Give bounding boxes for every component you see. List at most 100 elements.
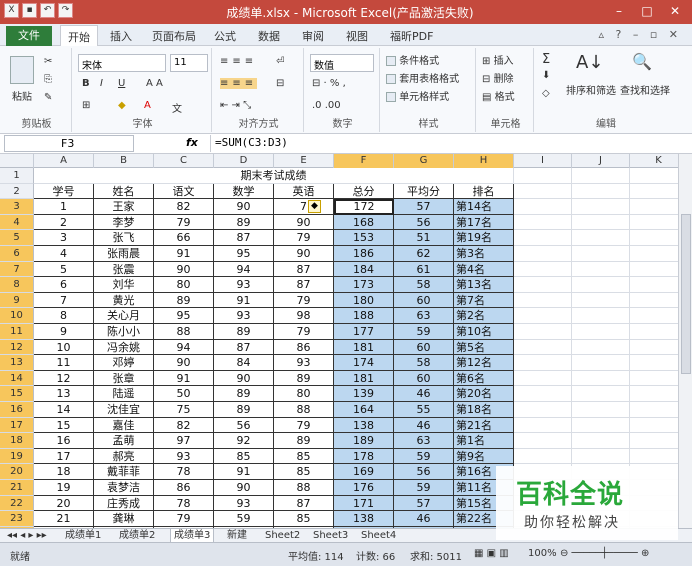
- table-cell[interactable]: 87: [274, 495, 334, 512]
- table-cell[interactable]: 89: [274, 370, 334, 387]
- table-cell[interactable]: 91: [214, 464, 274, 480]
- table-cell[interactable]: 孟萌: [94, 433, 154, 449]
- table-cell[interactable]: 59: [394, 480, 454, 496]
- indent-icon[interactable]: ⇤ ⇥ ⤡: [220, 100, 251, 111]
- table-cell[interactable]: 79: [154, 511, 214, 527]
- conditional-format-button[interactable]: 条件格式: [386, 52, 439, 67]
- help-icon[interactable]: ▵ ? – ▫ ✕: [598, 28, 682, 41]
- insert-cells-button[interactable]: ⊞ 插入: [482, 52, 514, 67]
- file-tab[interactable]: 文件: [6, 26, 52, 46]
- tab-page-layout[interactable]: 页面布局: [152, 28, 196, 44]
- cut-icon[interactable]: ✂: [44, 56, 52, 67]
- table-cell[interactable]: 89: [214, 386, 274, 402]
- table-cell[interactable]: 79: [274, 417, 334, 434]
- table-cell[interactable]: 84: [214, 355, 274, 371]
- row-header[interactable]: 21: [0, 480, 34, 496]
- column-header[interactable]: D: [214, 154, 274, 168]
- cell[interactable]: [572, 308, 630, 324]
- table-cell[interactable]: 16: [34, 433, 94, 449]
- cell[interactable]: [514, 214, 572, 231]
- table-cell[interactable]: 王家: [94, 199, 154, 215]
- table-cell[interactable]: 189: [334, 433, 394, 449]
- view-buttons[interactable]: ▦ ▣ ▥: [474, 548, 509, 559]
- table-cell[interactable]: 88: [274, 402, 334, 418]
- table-cell[interactable]: 12: [34, 370, 94, 387]
- table-cell[interactable]: 关心月: [94, 308, 154, 324]
- table-cell[interactable]: 58: [394, 277, 454, 293]
- table-cell[interactable]: 7: [274, 199, 334, 215]
- table-cell[interactable]: 59: [394, 448, 454, 465]
- table-cell[interactable]: 90: [214, 370, 274, 387]
- format-as-table-button[interactable]: 套用表格格式: [386, 70, 459, 85]
- row-header[interactable]: 20: [0, 464, 34, 480]
- table-cell[interactable]: 153: [334, 230, 394, 246]
- table-cell[interactable]: 91: [214, 292, 274, 309]
- table-cell[interactable]: 91: [154, 370, 214, 387]
- table-cell[interactable]: 46: [394, 511, 454, 527]
- sort-filter-button[interactable]: 排序和筛选: [566, 82, 616, 97]
- cell[interactable]: [572, 448, 630, 465]
- number-format-select[interactable]: 数值: [310, 54, 374, 72]
- table-cell[interactable]: 46: [394, 417, 454, 434]
- table-cell[interactable]: 第5名: [454, 339, 514, 356]
- column-title[interactable]: 学号: [34, 183, 94, 200]
- table-cell[interactable]: 87: [214, 230, 274, 246]
- table-cell[interactable]: 188: [334, 308, 394, 324]
- close-button[interactable]: ✕: [662, 2, 688, 20]
- column-header[interactable]: A: [34, 154, 94, 168]
- table-cell[interactable]: 张章: [94, 370, 154, 387]
- table-cell[interactable]: 138: [334, 511, 394, 527]
- borders-icon[interactable]: ⊞: [82, 100, 90, 111]
- table-cell[interactable]: 第18名: [454, 402, 514, 418]
- table-cell[interactable]: 庄秀成: [94, 495, 154, 512]
- cell[interactable]: [514, 261, 572, 278]
- tab-data[interactable]: 数据: [258, 28, 280, 44]
- table-cell[interactable]: 张雨晨: [94, 246, 154, 262]
- table-cell[interactable]: 6: [34, 277, 94, 293]
- row-header[interactable]: 5: [0, 230, 34, 246]
- table-cell[interactable]: 17: [34, 448, 94, 465]
- column-title[interactable]: 语文: [154, 183, 214, 200]
- cell[interactable]: [572, 386, 630, 402]
- table-cell[interactable]: 62: [394, 246, 454, 262]
- table-cell[interactable]: 第1名: [454, 433, 514, 449]
- table-cell[interactable]: 56: [394, 464, 454, 480]
- cell[interactable]: [572, 230, 630, 246]
- table-cell[interactable]: 第6名: [454, 370, 514, 387]
- grow-font-icon[interactable]: A A: [146, 78, 163, 89]
- sheet-tab-new[interactable]: 新建: [224, 529, 250, 543]
- table-cell[interactable]: 60: [394, 370, 454, 387]
- format-cells-button[interactable]: ▤ 格式: [482, 88, 515, 103]
- table-cell[interactable]: 78: [154, 464, 214, 480]
- cell[interactable]: [572, 214, 630, 231]
- table-cell[interactable]: 92: [214, 433, 274, 449]
- align-center-icon[interactable]: ≡≡≡: [220, 78, 258, 89]
- cell[interactable]: [514, 230, 572, 246]
- cell[interactable]: [514, 386, 572, 402]
- sheet-tab-2[interactable]: 成绩单2: [116, 529, 158, 543]
- cell[interactable]: [572, 339, 630, 356]
- table-cell[interactable]: 56: [214, 417, 274, 434]
- cell[interactable]: [572, 183, 630, 200]
- table-cell[interactable]: 沈佳宜: [94, 402, 154, 418]
- row-header[interactable]: 13: [0, 355, 34, 371]
- table-cell[interactable]: 164: [334, 402, 394, 418]
- table-cell[interactable]: 79: [274, 324, 334, 340]
- table-cell[interactable]: 3: [34, 230, 94, 246]
- table-cell[interactable]: 7: [34, 292, 94, 309]
- table-cell[interactable]: 陆遥: [94, 386, 154, 402]
- table-cell[interactable]: 57: [394, 199, 454, 215]
- table-cell[interactable]: 15: [34, 417, 94, 434]
- table-cell[interactable]: 66: [154, 230, 214, 246]
- row-header[interactable]: 17: [0, 417, 34, 434]
- cell[interactable]: [572, 261, 630, 278]
- table-cell[interactable]: 冯余姚: [94, 339, 154, 356]
- sheet-tab-sheet3[interactable]: Sheet3: [310, 529, 351, 543]
- table-cell[interactable]: 9: [34, 324, 94, 340]
- table-cell[interactable]: 89: [214, 324, 274, 340]
- table-cell[interactable]: 51: [394, 230, 454, 246]
- table-cell[interactable]: 第13名: [454, 277, 514, 293]
- column-header[interactable]: B: [94, 154, 154, 168]
- table-cell[interactable]: 陈小小: [94, 324, 154, 340]
- cell[interactable]: [572, 277, 630, 293]
